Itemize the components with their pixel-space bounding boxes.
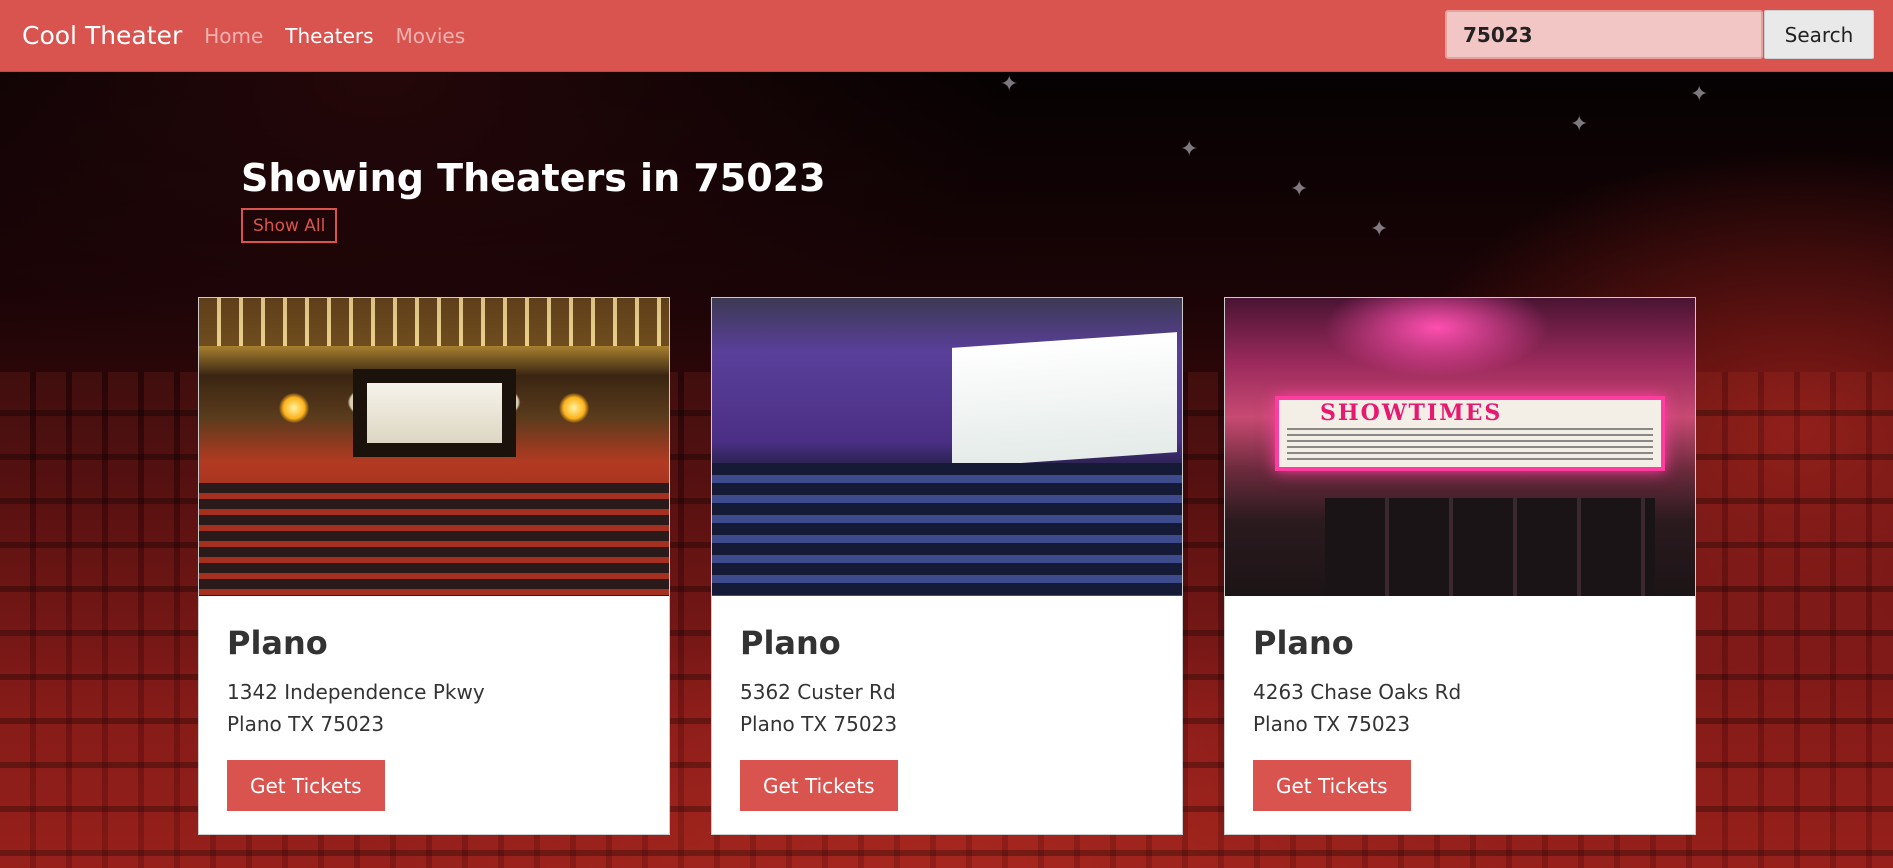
- theater-address: 1342 Independence Pkwy Plano TX 75023: [227, 676, 641, 740]
- theater-image: [199, 298, 669, 596]
- wall-lamp: [279, 393, 309, 423]
- ceiling-star-icon: ✦: [1180, 137, 1199, 162]
- theater-card: SHOWTIMES Plano 4263 Chase Oaks Rd Plano…: [1224, 297, 1696, 835]
- address-street: 4263 Chase Oaks Rd: [1253, 680, 1462, 704]
- theater-address: 4263 Chase Oaks Rd Plano TX 75023: [1253, 676, 1667, 740]
- address-city-line: Plano TX 75023: [227, 712, 385, 736]
- cinema-screen: [952, 332, 1177, 468]
- ceiling-star-icon: ✦: [1000, 72, 1019, 97]
- ceiling-star-icon: ✦: [1690, 82, 1709, 107]
- nav-link-theaters[interactable]: Theaters: [285, 24, 373, 48]
- lobby-windows: [1325, 498, 1655, 596]
- ceiling-star-icon: ✦: [1370, 217, 1389, 242]
- theater-card: Plano 1342 Independence Pkwy Plano TX 75…: [198, 297, 670, 835]
- theater-card: Plano 5362 Custer Rd Plano TX 75023 Get …: [711, 297, 1183, 835]
- theater-image: SHOWTIMES: [1225, 298, 1695, 596]
- navbar: Cool Theater Home Theaters Movies Search: [0, 0, 1893, 72]
- theater-image: [712, 298, 1182, 596]
- seat-rows: [199, 483, 669, 596]
- search-input[interactable]: [1445, 10, 1763, 59]
- address-city-line: Plano TX 75023: [740, 712, 898, 736]
- theater-address: 5362 Custer Rd Plano TX 75023: [740, 676, 1154, 740]
- cinema-screen: [367, 383, 502, 443]
- theater-city: Plano: [227, 624, 328, 662]
- ceiling-star-icon: ✦: [1290, 177, 1309, 202]
- marquee-listings: [1287, 428, 1653, 464]
- get-tickets-button[interactable]: Get Tickets: [227, 760, 385, 811]
- page-title: Showing Theaters in 75023: [241, 156, 826, 200]
- ceiling-star-icon: ✦: [1570, 112, 1589, 137]
- address-street: 5362 Custer Rd: [740, 680, 896, 704]
- brand-link[interactable]: Cool Theater: [22, 21, 182, 50]
- search-button[interactable]: Search: [1764, 10, 1874, 59]
- nav-link-movies[interactable]: Movies: [396, 24, 466, 48]
- theater-city: Plano: [1253, 624, 1354, 662]
- address-street: 1342 Independence Pkwy: [227, 680, 485, 704]
- ceiling-lights: [199, 298, 669, 346]
- theater-city: Plano: [740, 624, 841, 662]
- show-all-button[interactable]: Show All: [241, 208, 338, 243]
- address-city-line: Plano TX 75023: [1253, 712, 1411, 736]
- wall-lamp: [559, 393, 589, 423]
- seat-rows: [712, 463, 1182, 596]
- get-tickets-button[interactable]: Get Tickets: [740, 760, 898, 811]
- nav-link-home[interactable]: Home: [204, 24, 263, 48]
- marquee-title: SHOWTIMES: [1320, 400, 1503, 426]
- get-tickets-button[interactable]: Get Tickets: [1253, 760, 1411, 811]
